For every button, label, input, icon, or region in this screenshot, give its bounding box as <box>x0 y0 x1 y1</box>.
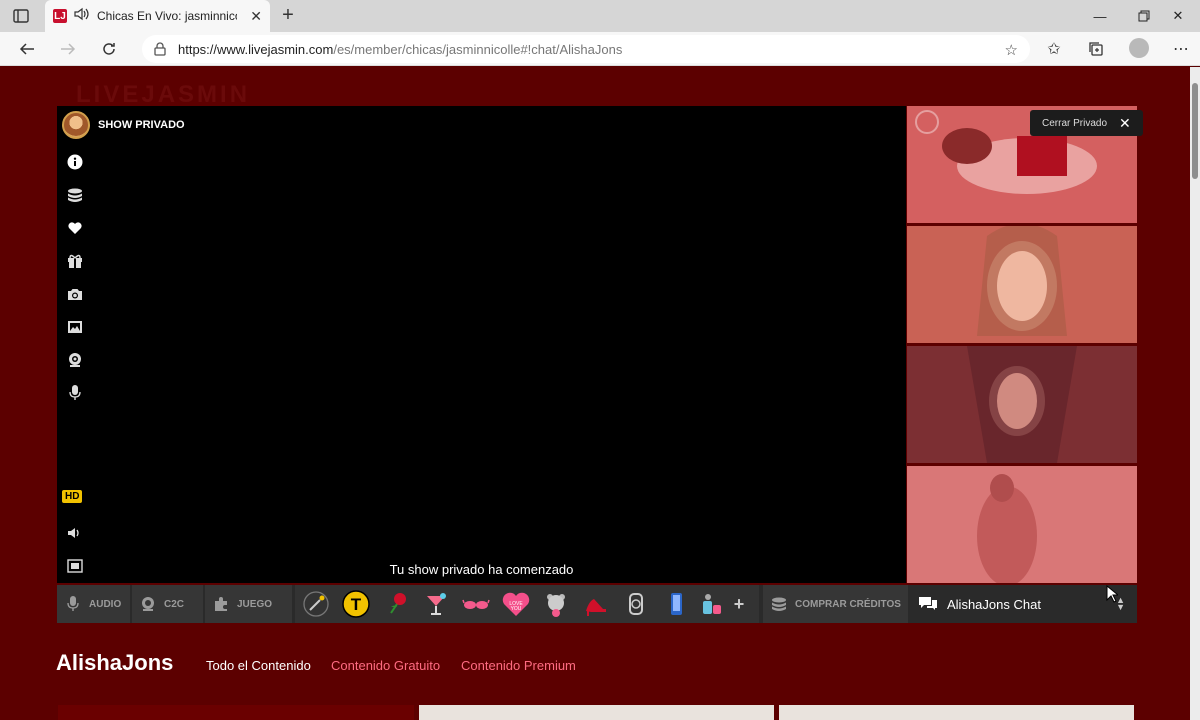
close-icon: ✕ <box>1119 114 1131 131</box>
game-button[interactable]: JUEGO <box>205 585 292 623</box>
video-player[interactable]: SHOW PRIVADO HD Tu show privado ha comen… <box>57 106 906 583</box>
magic-wand-icon[interactable] <box>301 589 331 619</box>
phone-icon[interactable] <box>661 589 691 619</box>
microphone-icon[interactable] <box>65 383 85 403</box>
tip-token-icon[interactable]: T <box>341 589 371 619</box>
buy-credits-button[interactable]: COMPRAR CRÉDITOS <box>763 585 908 623</box>
forward-icon[interactable] <box>57 38 79 60</box>
refresh-icon[interactable] <box>98 38 120 60</box>
gallery-icon[interactable] <box>65 317 85 337</box>
heart-icon[interactable] <box>65 218 85 238</box>
page-content: LIVEJASMIN SHOW PRIVADO HD Tu show priva… <box>0 67 1190 720</box>
tab-all-content[interactable]: Todo el Contenido <box>206 658 311 673</box>
puzzle-icon <box>213 596 229 612</box>
content-card[interactable] <box>419 705 774 720</box>
address-bar[interactable]: https://www.livejasmin.com/es/member/chi… <box>142 35 1030 63</box>
browser-tab-active[interactable]: LJ Chicas En Vivo: jasminnicolle ✕ <box>45 0 270 32</box>
thumbnail-image[interactable] <box>907 226 1137 343</box>
rose-icon[interactable] <box>381 589 411 619</box>
high-heel-icon[interactable] <box>581 589 611 619</box>
sunglasses-icon[interactable] <box>461 589 491 619</box>
minimize-icon[interactable]: — <box>1078 0 1122 32</box>
private-show-badge: SHOW PRIVADO <box>62 111 185 139</box>
mouse-cursor-icon <box>1106 585 1118 603</box>
site-favicon-icon: LJ <box>53 9 67 23</box>
profile-avatar-icon[interactable] <box>1129 38 1149 58</box>
content-card[interactable] <box>779 705 1134 720</box>
volume-icon[interactable] <box>65 523 85 543</box>
webcam-icon <box>140 596 156 612</box>
camera-icon[interactable] <box>65 284 85 304</box>
watch-icon[interactable] <box>621 589 651 619</box>
brand-watermark-icon <box>915 110 939 134</box>
collections-icon[interactable] <box>1087 40 1105 58</box>
svg-text:YOU: YOU <box>511 606 522 612</box>
url-host: https://www.livejasmin.com <box>178 41 334 57</box>
love-heart-icon[interactable]: LOVE YOU <box>501 589 531 619</box>
browser-tabbar: LJ Chicas En Vivo: jasminnicolle ✕ + — ✕ <box>0 0 1200 32</box>
teddy-icon[interactable] <box>541 589 571 619</box>
gift-icon[interactable] <box>65 251 85 271</box>
more-plus-icon[interactable]: + <box>727 589 751 619</box>
chat-selector-label: AlishaJons Chat <box>947 596 1041 612</box>
back-icon[interactable] <box>16 38 38 60</box>
chat-selector[interactable]: AlishaJons Chat ▲ ▼ <box>910 585 1137 623</box>
perfume-icon[interactable] <box>697 589 727 619</box>
cocktail-icon[interactable] <box>421 589 451 619</box>
scrollbar-thumb[interactable] <box>1192 83 1198 179</box>
buy-credits-label: COMPRAR CRÉDITOS <box>795 598 901 610</box>
svg-text:T: T <box>351 595 362 614</box>
coins-icon[interactable] <box>65 185 85 205</box>
tab-title: Chicas En Vivo: jasminnicolle <box>97 9 237 23</box>
favorites-icon[interactable]: ✩ <box>1045 40 1063 58</box>
lock-icon[interactable] <box>152 41 168 57</box>
page-scrollbar[interactable] <box>1190 67 1200 720</box>
c2c-label: C2C <box>164 598 185 610</box>
coins-icon <box>771 596 787 612</box>
microphone-icon <box>65 596 81 612</box>
tab-premium-content[interactable]: Contenido Premium <box>461 658 576 673</box>
audio-label: AUDIO <box>89 598 122 610</box>
tab-actions-icon[interactable] <box>12 7 30 25</box>
browser-toolbar: https://www.livejasmin.com/es/member/chi… <box>0 32 1200 66</box>
speaker-icon[interactable] <box>74 7 90 26</box>
tab-close-icon[interactable]: ✕ <box>250 8 262 25</box>
game-label: JUEGO <box>237 598 273 610</box>
audio-button[interactable]: AUDIO <box>57 585 130 623</box>
show-status-message: Tu show privado ha comenzado <box>389 562 574 577</box>
thumbnail-image[interactable] <box>907 466 1137 583</box>
close-window-icon[interactable]: ✕ <box>1156 0 1200 32</box>
player-toolbar: AUDIO C2C JUEGO T LOVE YOU + COMPRAR CRÉ… <box>57 585 1137 623</box>
info-icon[interactable] <box>65 152 85 172</box>
webcam-icon[interactable] <box>65 350 85 370</box>
model-thumbnails <box>907 106 1137 584</box>
content-card[interactable] <box>58 705 414 720</box>
site-logo-background: LIVEJASMIN <box>76 81 251 108</box>
close-private-button[interactable]: Cerrar Privado ✕ <box>1030 110 1143 136</box>
chat-bubble-icon <box>918 595 938 614</box>
model-name-heading: AlishaJons <box>56 650 174 675</box>
settings-more-icon[interactable]: ⋯ <box>1172 40 1190 58</box>
new-tab-icon[interactable]: + <box>278 5 298 25</box>
show-title: SHOW PRIVADO <box>98 119 185 131</box>
url-path: /es/member/chicas/jasminnicolle#!chat/Al… <box>333 41 623 57</box>
tab-free-content[interactable]: Contenido Gratuito <box>331 658 440 673</box>
thumbnail-image[interactable] <box>907 346 1137 463</box>
add-favorite-icon[interactable]: ☆ <box>1005 41 1018 59</box>
c2c-button[interactable]: C2C <box>132 585 203 623</box>
hd-badge[interactable]: HD <box>62 490 83 503</box>
model-avatar[interactable] <box>62 111 90 139</box>
close-private-label: Cerrar Privado <box>1042 117 1108 129</box>
gift-bar: T LOVE YOU + <box>295 585 759 623</box>
